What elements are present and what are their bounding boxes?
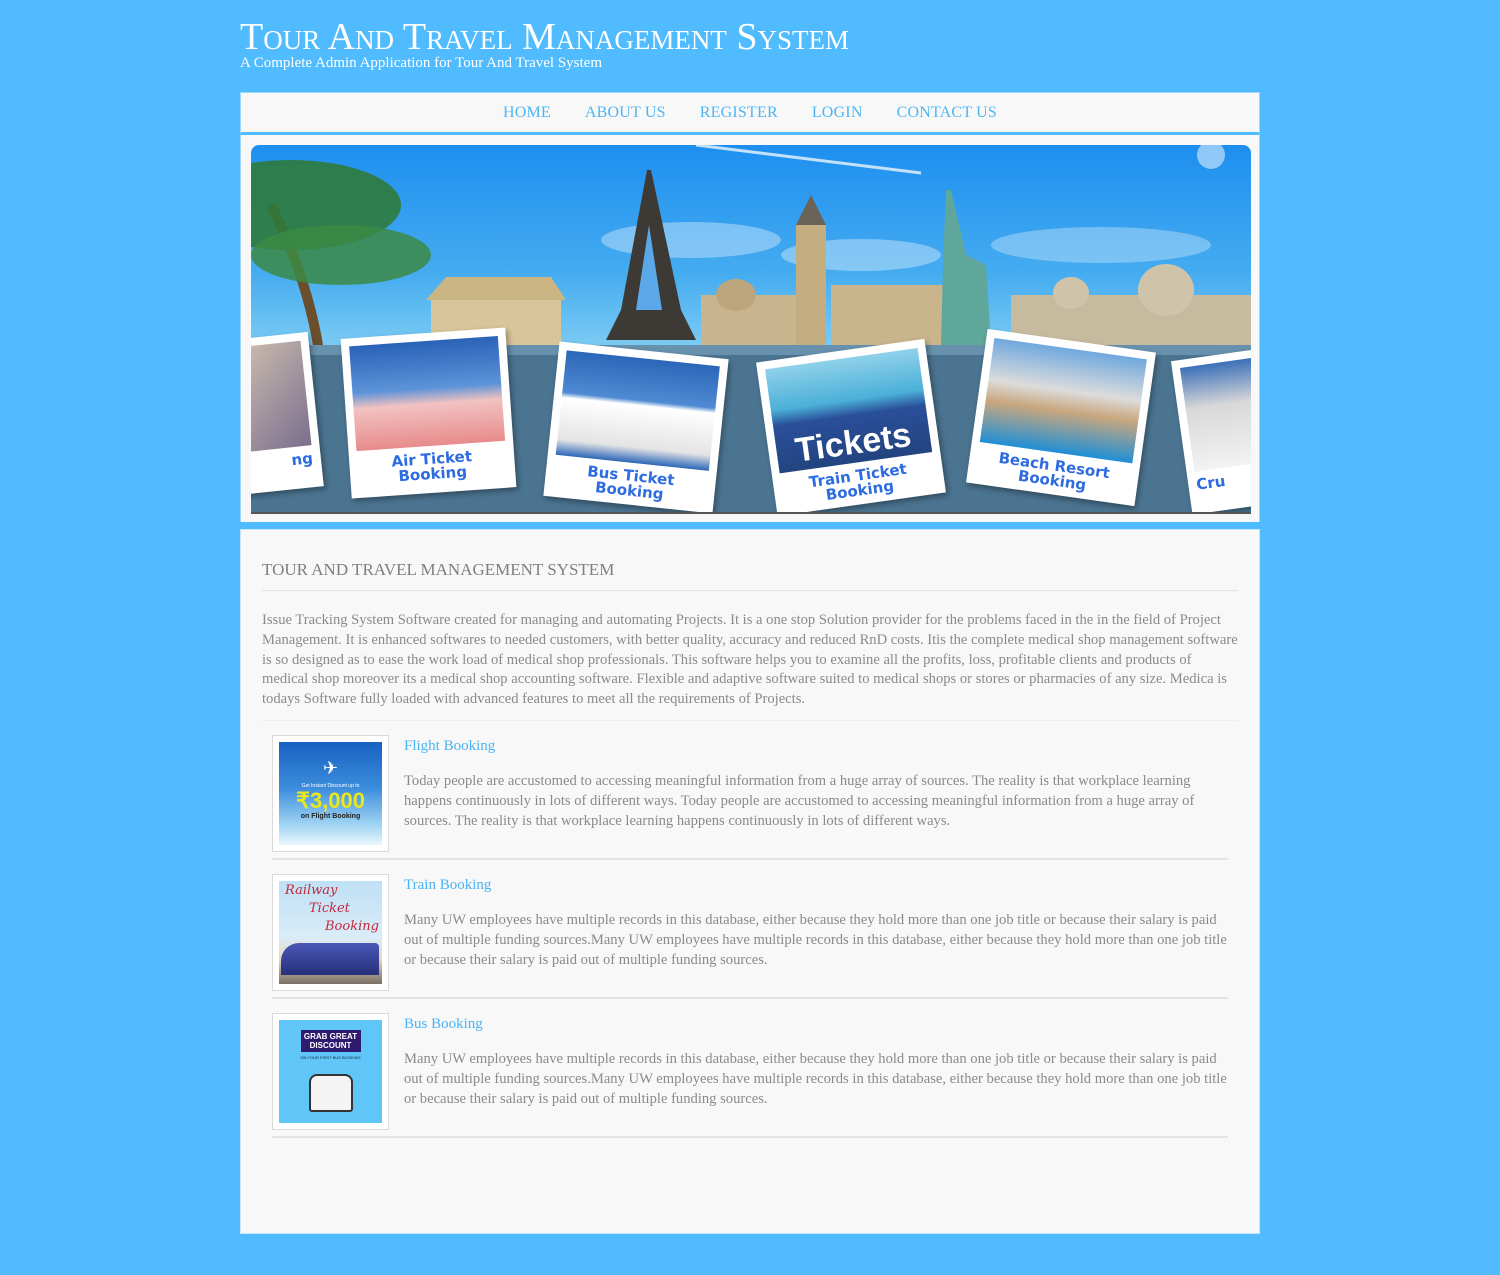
flight-thumbnail[interactable]: ✈ Get Instant Discount up to ₹3,000 on F… (272, 734, 389, 852)
capitol-dome (1138, 264, 1194, 316)
promo-text: Booking (325, 918, 379, 934)
card-photo (555, 350, 720, 471)
site-subtitle: A Complete Admin Application for Tour An… (240, 55, 603, 71)
service-title-flight[interactable]: Flight Booking (404, 736, 495, 756)
cloud (991, 227, 1211, 263)
nav-home[interactable]: HOME (503, 104, 551, 122)
dome (1053, 277, 1089, 309)
service-description: Today people are accustomed to accessing… (404, 772, 1195, 829)
statue-of-liberty (941, 190, 991, 345)
train-promo-image: Railway Ticket Booking (279, 880, 382, 984)
promo-text: GRAB GREAT (303, 1031, 358, 1041)
main-nav: HOME ABOUT US REGISTER LOGIN CONTACT US (240, 92, 1260, 135)
card-photo (349, 335, 506, 452)
service-body: Flight Booking Today people are accustom… (404, 735, 1228, 848)
card-caption: ng (290, 449, 314, 470)
service-item-train: Railway Ticket Booking Train Booking Man… (272, 860, 1228, 999)
site-title: Tour And Travel Management System (240, 16, 850, 58)
section-heading: TOUR AND TRAVEL MANAGEMENT SYSTEM (262, 560, 1238, 591)
nav-login[interactable]: LOGIN (812, 104, 863, 122)
banner-card-air: Air Ticket Booking (340, 327, 517, 499)
parthenon-roof (426, 277, 566, 300)
promo-text: ON YOUR FIRST BUS BOOKING (300, 1054, 361, 1060)
sun-glare (1197, 145, 1225, 169)
service-description: Many UW employees have multiple records … (404, 1050, 1227, 1107)
bus-thumbnail[interactable]: GRAB GREAT DISCOUNT ON YOUR FIRST BUS BO… (272, 1012, 389, 1130)
bus-promo-image: GRAB GREAT DISCOUNT ON YOUR FIRST BUS BO… (279, 1019, 382, 1123)
palm-leaves (251, 225, 431, 285)
card-photo (251, 340, 312, 455)
banner-card-bus: Bus Ticket Booking (543, 341, 729, 512)
flight-promo-image: ✈ Get Instant Discount up to ₹3,000 on F… (279, 741, 382, 845)
intro-paragraph: Issue Tracking System Software created f… (262, 611, 1238, 721)
nav-register[interactable]: REGISTER (700, 104, 778, 122)
service-item-bus: GRAB GREAT DISCOUNT ON YOUR FIRST BUS BO… (272, 999, 1228, 1138)
nav-contact-us[interactable]: CONTACT US (897, 104, 997, 122)
banner-card-train: Tickets Train Ticket Booking (756, 338, 946, 512)
service-item-flight: ✈ Get Instant Discount up to ₹3,000 on F… (272, 721, 1228, 860)
service-title-train[interactable]: Train Booking (404, 875, 491, 895)
train-icon (281, 942, 379, 975)
promo-text: Ticket (309, 900, 350, 916)
promo-text: DISCOUNT (309, 1040, 352, 1050)
contrail (695, 145, 922, 175)
service-description: Many UW employees have multiple records … (404, 911, 1227, 968)
service-title-bus[interactable]: Bus Booking (404, 1014, 483, 1034)
section-divider (240, 522, 1260, 529)
card-photo (1179, 349, 1251, 472)
promo-banner: GRAB GREAT DISCOUNT (300, 1029, 361, 1052)
service-body: Train Booking Many UW employees have mul… (404, 874, 1228, 987)
promo-text: on Flight Booking (300, 812, 361, 820)
airplane-icon: ✈ (322, 757, 339, 778)
main-content: TOUR AND TRAVEL MANAGEMENT SYSTEM Issue … (240, 529, 1260, 1234)
banner-card-resort: Beach Resort Booking (966, 328, 1156, 507)
big-ben-spire (796, 195, 826, 225)
banner-image: ng Air Ticket Booking Bus Ticket Booking… (251, 145, 1251, 514)
cloud (601, 222, 781, 258)
card-photo: Tickets (765, 347, 933, 474)
service-body: Bus Booking Many UW employees have multi… (404, 1013, 1228, 1126)
dome (716, 279, 756, 311)
bus-icon (308, 1073, 353, 1112)
site-header: Tour And Travel Management System A Comp… (240, 16, 850, 71)
nav-about-us[interactable]: ABOUT US (585, 104, 666, 122)
building (831, 285, 951, 345)
promo-amount: ₹3,000 (295, 787, 366, 813)
big-ben (796, 225, 826, 345)
promo-text: Railway (285, 882, 338, 898)
train-thumbnail[interactable]: Railway Ticket Booking (272, 873, 389, 991)
banner-container: ng Air Ticket Booking Bus Ticket Booking… (240, 135, 1260, 523)
building (701, 295, 811, 345)
